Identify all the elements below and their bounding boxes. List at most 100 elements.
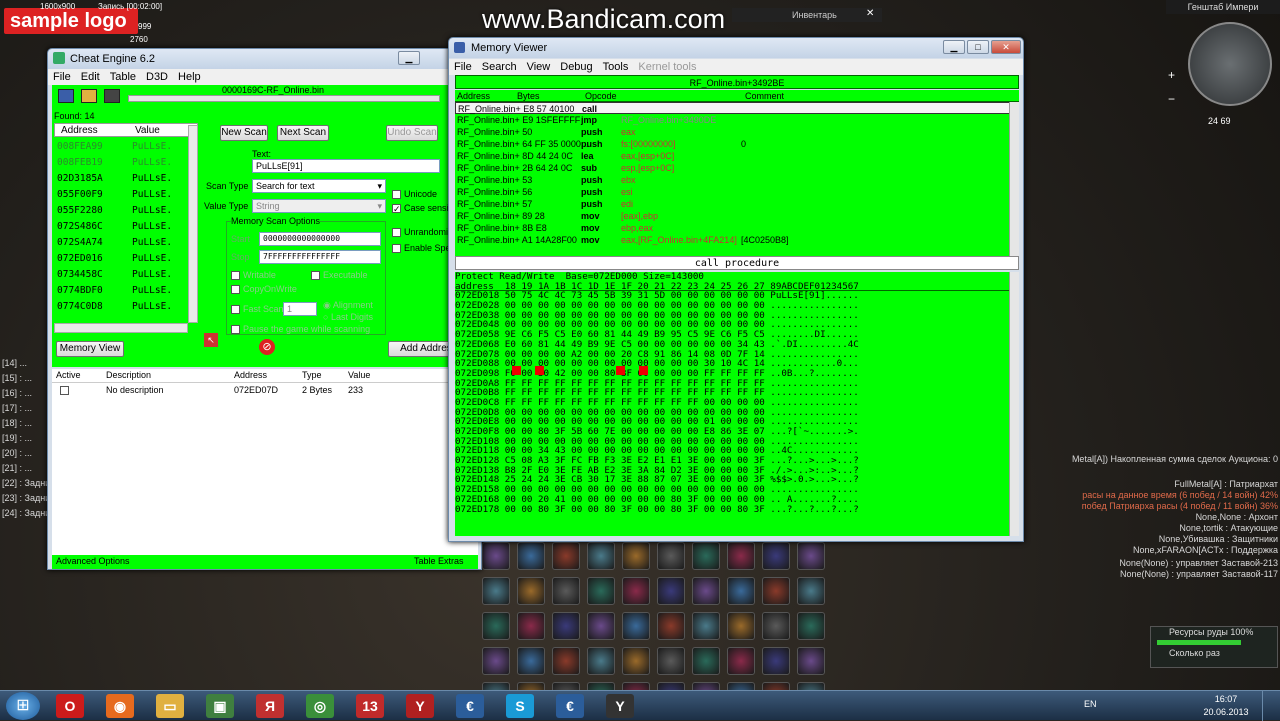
skill-slot[interactable] bbox=[762, 577, 790, 605]
skill-slot[interactable] bbox=[657, 577, 685, 605]
result-row[interactable]: 02D3185A PuLLsE. bbox=[54, 171, 188, 187]
open-process-icon[interactable] bbox=[58, 89, 74, 103]
skill-slot[interactable] bbox=[552, 542, 580, 570]
cheat-engine-icon[interactable]: € bbox=[456, 694, 484, 718]
disasm-row[interactable]: RF_Online.bin+ 64 FF 35 0000... push fs:[0… bbox=[455, 138, 1019, 150]
pause-game-checkbox[interactable]: Pause the game while scanning bbox=[231, 324, 370, 335]
results-list[interactable]: 008FEA99 PuLLsE. 008FEB19 PuLLsE. 02D3185A Pu… bbox=[54, 139, 188, 319]
mv-menu-search[interactable]: Search bbox=[482, 61, 517, 73]
hex-scrollbar[interactable] bbox=[1009, 272, 1019, 536]
case-sensitive-checkbox[interactable]: ✓ Case sensi bbox=[392, 203, 449, 214]
skill-slot[interactable] bbox=[517, 542, 545, 570]
disassembler-panel[interactable]: Address Bytes Opcode Comment RF_Online.bin+… bbox=[455, 90, 1019, 260]
skill-slot[interactable] bbox=[517, 577, 545, 605]
skill-slot[interactable] bbox=[622, 647, 650, 675]
skype-icon[interactable]: S bbox=[506, 694, 534, 718]
skill-slot[interactable] bbox=[692, 612, 720, 640]
scan-text-input[interactable]: PuLLsE[91] bbox=[252, 159, 440, 173]
disasm-row[interactable]: RF_Online.bin+ 56 push esi bbox=[455, 186, 1019, 198]
value-type-select[interactable]: String ▾ bbox=[252, 199, 386, 213]
fast-scan-checkbox[interactable]: Fast Scan bbox=[231, 304, 284, 315]
result-row[interactable]: 008FEB19 PuLLsE. bbox=[54, 155, 188, 171]
hex-row[interactable]: 072ED178 00 00 80 3F 00 00 80 3F 00 00 8… bbox=[455, 504, 1019, 515]
results-hscrollbar[interactable] bbox=[54, 323, 188, 333]
pointer-icon[interactable]: ↖ bbox=[204, 333, 218, 347]
skill-slot[interactable] bbox=[587, 647, 615, 675]
active-checkbox[interactable] bbox=[60, 386, 69, 395]
disasm-row[interactable]: RF_Online.bin+ 8B E8 mov ebp,eax bbox=[455, 222, 1019, 234]
skill-slot[interactable] bbox=[517, 612, 545, 640]
menu-help[interactable]: Help bbox=[178, 71, 201, 83]
result-row[interactable]: 072S4A74 PuLLsE. bbox=[54, 235, 188, 251]
skill-slot[interactable] bbox=[797, 542, 825, 570]
col-value[interactable]: Value bbox=[135, 125, 160, 136]
skill-slot[interactable] bbox=[482, 542, 510, 570]
result-row[interactable]: 055F00F9 PuLLsE. bbox=[54, 187, 188, 203]
open-file-icon[interactable] bbox=[81, 89, 97, 103]
skill-slot[interactable] bbox=[762, 647, 790, 675]
new-scan-button[interactable]: New Scan bbox=[220, 125, 268, 141]
executable-checkbox[interactable]: Executable bbox=[311, 270, 368, 281]
next-scan-button[interactable]: Next Scan bbox=[277, 125, 329, 141]
skill-slot[interactable] bbox=[552, 577, 580, 605]
fast-scan-input[interactable]: 1 bbox=[283, 302, 317, 316]
disasm-row[interactable]: RF_Online.bin+ 50 push eax bbox=[455, 126, 1019, 138]
skill-slot[interactable] bbox=[727, 647, 755, 675]
disasm-row[interactable]: RF_Online.bin+ E9 1SFEFFFF jmp RF_Online.b… bbox=[455, 114, 1019, 126]
unicode-checkbox[interactable]: Unicode bbox=[392, 189, 437, 200]
minimap[interactable] bbox=[1188, 22, 1272, 106]
result-row[interactable]: 0774C0D8 PuLLsE. bbox=[54, 299, 188, 315]
app-red-icon[interactable]: Y bbox=[406, 694, 434, 718]
col-active[interactable]: Active bbox=[56, 370, 81, 380]
skill-slot[interactable] bbox=[727, 577, 755, 605]
disasm-row[interactable]: RF_Online.bin+ A1 14A28F00 mov eax,[RF_Onl… bbox=[455, 234, 1019, 246]
skill-slot[interactable] bbox=[692, 647, 720, 675]
skill-slot[interactable] bbox=[797, 577, 825, 605]
col-addr[interactable]: Address bbox=[234, 370, 267, 380]
skill-slot[interactable] bbox=[482, 612, 510, 640]
game-icon[interactable]: Y bbox=[606, 694, 634, 718]
mv-minimize-button[interactable]: ▁ bbox=[943, 40, 965, 54]
last-digits-radio[interactable]: ○ Last Digits bbox=[323, 312, 373, 322]
skill-slot[interactable] bbox=[657, 542, 685, 570]
skill-slot[interactable] bbox=[622, 542, 650, 570]
stop-icon[interactable]: ⊘ bbox=[259, 339, 275, 355]
skill-slot[interactable] bbox=[657, 647, 685, 675]
skill-slot[interactable] bbox=[692, 577, 720, 605]
cheat-engine2-icon[interactable]: € bbox=[556, 694, 584, 718]
table-extras-link[interactable]: Table Extras bbox=[414, 556, 464, 566]
results-scrollbar[interactable] bbox=[188, 125, 198, 323]
mv-menu-debug[interactable]: Debug bbox=[560, 61, 592, 73]
result-row[interactable]: 0734458C PuLLsE. bbox=[54, 267, 188, 283]
disasm-row[interactable]: RF_Online.bin+ 57 push edi bbox=[455, 198, 1019, 210]
minimize-button[interactable]: ▁ bbox=[398, 51, 420, 65]
col-type[interactable]: Type bbox=[302, 370, 322, 380]
close-icon[interactable]: ✕ bbox=[866, 8, 874, 19]
mv-menu-kernel[interactable]: Kernel tools bbox=[638, 61, 696, 73]
skill-slot[interactable] bbox=[797, 647, 825, 675]
stop-address-input[interactable]: 7FFFFFFFFFFFFFFF bbox=[259, 250, 381, 264]
skill-slot[interactable] bbox=[622, 577, 650, 605]
mv-menu-file[interactable]: File bbox=[454, 61, 472, 73]
skill-slot[interactable] bbox=[552, 647, 580, 675]
menu-table[interactable]: Table bbox=[110, 71, 136, 83]
disasm-scrollbar[interactable] bbox=[1009, 102, 1019, 258]
mv-close-button[interactable]: ✕ bbox=[991, 40, 1021, 54]
result-row[interactable]: 055F2280 PuLLsE. bbox=[54, 203, 188, 219]
copyonwrite-checkbox[interactable]: CopyOnWrite bbox=[231, 284, 297, 295]
skill-slot[interactable] bbox=[622, 612, 650, 640]
undo-scan-button[interactable]: Undo Scan bbox=[386, 125, 438, 141]
col-description[interactable]: Description bbox=[106, 370, 151, 380]
zoom-out-icon[interactable]: − bbox=[1168, 92, 1175, 106]
clock[interactable]: 16:07 20.06.2013 bbox=[1196, 693, 1256, 719]
mv-maximize-button[interactable]: □ bbox=[967, 40, 989, 54]
skill-slot[interactable] bbox=[727, 542, 755, 570]
result-row[interactable]: 072S486C PuLLsE. bbox=[54, 219, 188, 235]
disasm-row[interactable]: RF_Online.bin+ E8 57 40100 call bbox=[455, 102, 1019, 114]
result-row[interactable]: 008FEA99 PuLLsE. bbox=[54, 139, 188, 155]
yandex-icon[interactable]: Я bbox=[256, 694, 284, 718]
advanced-options-link[interactable]: Advanced Options bbox=[56, 556, 130, 566]
scan-type-select[interactable]: Search for text ▾ bbox=[252, 179, 386, 193]
speedhack-checkbox[interactable]: Enable Spee bbox=[392, 243, 456, 254]
show-desktop-button[interactable] bbox=[1262, 691, 1280, 721]
